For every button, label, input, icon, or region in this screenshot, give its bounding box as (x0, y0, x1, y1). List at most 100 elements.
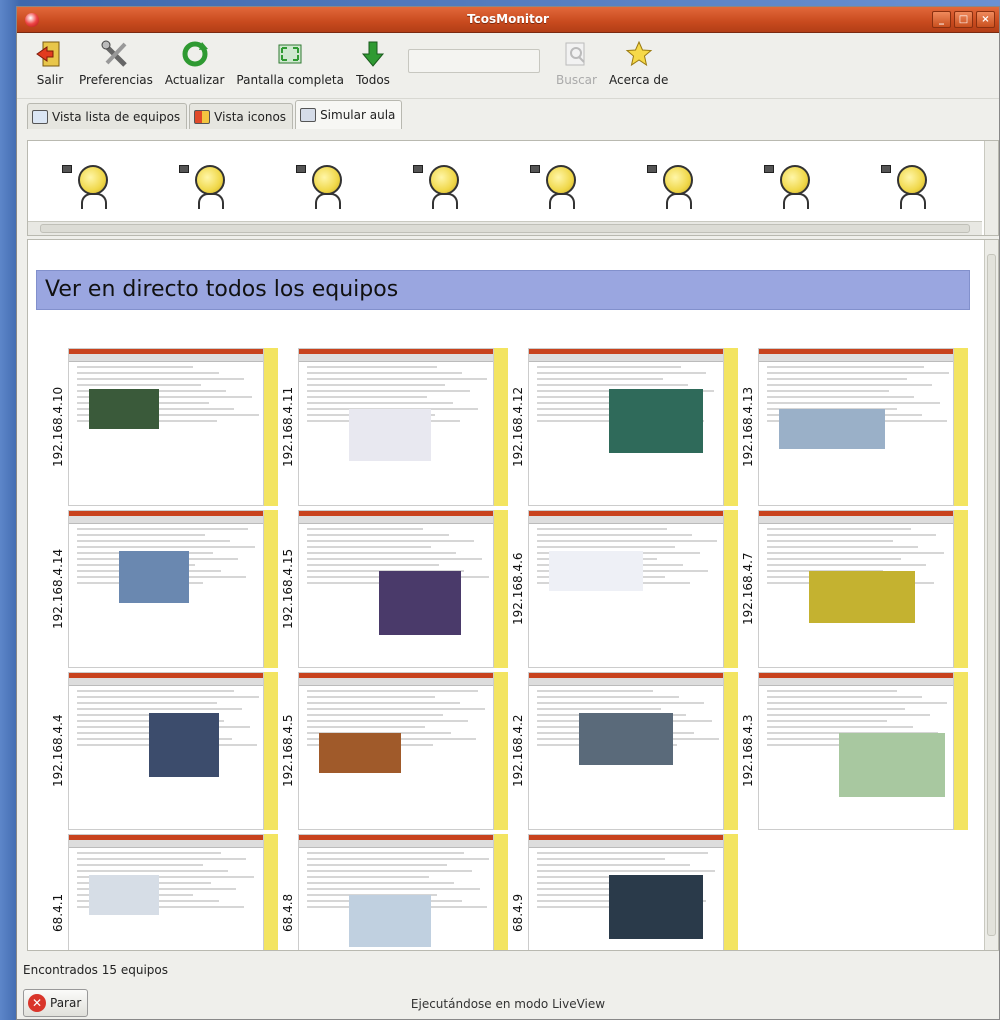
host-highlight-bar (494, 348, 508, 506)
host-thumbnail[interactable]: 192.168.4.13 (738, 348, 968, 506)
host-thumbnail[interactable]: 68.4.8 (278, 834, 508, 950)
classroom-icon (300, 108, 317, 122)
classroom-pc[interactable] (296, 161, 413, 213)
screen-image (89, 389, 159, 429)
app-window: TcosMonitor _ □ × Salir Preferencias Act… (16, 6, 1000, 1020)
host-ip-label: 192.168.4.13 (741, 386, 755, 468)
minimize-button[interactable]: _ (932, 11, 951, 28)
search-input[interactable] (407, 49, 540, 73)
host-thumbnail[interactable]: 192.168.4.12 (508, 348, 738, 506)
host-ip-label: 192.168.4.6 (511, 552, 525, 626)
liveview-grid: 192.168.4.10 192.168.4.11 192.168.4.12 192.… (48, 348, 968, 950)
monitor-icon (296, 165, 306, 173)
screen-capture (528, 672, 724, 830)
screen-capture (758, 510, 954, 668)
screen-capture (528, 834, 724, 950)
classroom-pc[interactable] (179, 161, 296, 213)
host-highlight-bar (954, 672, 968, 830)
classroom-pc[interactable] (413, 161, 530, 213)
host-thumbnail[interactable]: 192.168.4.11 (278, 348, 508, 506)
liveview-panel: Ver en directo todos los equipos 192.168… (27, 239, 999, 951)
list-icon (32, 109, 48, 124)
classroom-vscrollbar[interactable] (984, 141, 998, 235)
tab-simulate-classroom-label: Simular aula (320, 108, 396, 122)
tab-simulate-classroom[interactable]: Simular aula (295, 100, 403, 129)
user-icon (429, 165, 459, 195)
host-thumbnail[interactable]: 68.4.1 (48, 834, 278, 950)
screen-capture (298, 510, 494, 668)
user-icon (78, 165, 108, 195)
host-thumbnail[interactable]: 68.4.9 (508, 834, 738, 950)
host-thumbnail[interactable]: 192.168.4.5 (278, 672, 508, 830)
host-thumbnail[interactable]: 192.168.4.4 (48, 672, 278, 830)
user-icon (663, 165, 693, 195)
screen-capture (528, 510, 724, 668)
maximize-button[interactable]: □ (954, 11, 973, 28)
host-thumbnail[interactable]: 192.168.4.2 (508, 672, 738, 830)
host-highlight-bar (724, 348, 738, 506)
classroom-pc[interactable] (881, 161, 998, 213)
user-icon (897, 165, 927, 195)
host-highlight-bar (494, 834, 508, 950)
screen-image (549, 551, 643, 591)
screen-image (809, 571, 915, 623)
bottom-bar: ✕ Parar Ejecutándose en modo LiveView (17, 985, 999, 1019)
screen-image (119, 551, 189, 603)
monitor-icon (881, 165, 891, 173)
refresh-label: Actualizar (164, 73, 225, 87)
mode-status: Ejecutándose en modo LiveView (410, 997, 606, 1011)
host-highlight-bar (494, 510, 508, 668)
liveview-vscrollbar[interactable] (984, 240, 998, 950)
host-thumbnail[interactable]: 192.168.4.10 (48, 348, 278, 506)
tab-icon-view[interactable]: Vista iconos (189, 103, 294, 129)
classroom-hscrollbar[interactable] (28, 221, 982, 235)
host-highlight-bar (494, 672, 508, 830)
fullscreen-label: Pantalla completa (236, 73, 344, 87)
close-button[interactable]: × (976, 11, 995, 28)
search-button[interactable]: Buscar (554, 37, 599, 87)
search-label: Buscar (555, 73, 597, 87)
host-thumbnail[interactable]: 192.168.4.6 (508, 510, 738, 668)
screen-capture (68, 834, 264, 950)
star-icon (622, 37, 656, 71)
preferences-button[interactable]: Preferencias (77, 37, 155, 87)
classroom-pc[interactable] (530, 161, 647, 213)
screen-image (89, 875, 159, 915)
fullscreen-button[interactable]: Pantalla completa (234, 37, 346, 87)
host-thumbnail[interactable]: 192.168.4.7 (738, 510, 968, 668)
all-button[interactable]: Todos (354, 37, 392, 87)
host-thumbnail[interactable]: 192.168.4.14 (48, 510, 278, 668)
refresh-button[interactable]: Actualizar (163, 37, 227, 87)
toolbar: Salir Preferencias Actualizar Pantalla c… (17, 33, 999, 99)
window-title: TcosMonitor (467, 12, 549, 26)
screen-image (149, 713, 219, 777)
host-highlight-bar (724, 672, 738, 830)
host-highlight-bar (264, 834, 278, 950)
monitor-icon (530, 165, 540, 173)
exit-button[interactable]: Salir (31, 37, 69, 87)
tab-list-view[interactable]: Vista lista de equipos (27, 103, 188, 129)
monitor-icon (62, 165, 72, 173)
host-ip-label: 68.4.1 (51, 893, 65, 933)
host-ip-label: 192.168.4.10 (51, 386, 65, 468)
about-label: Acerca de (608, 73, 669, 87)
host-ip-label: 192.168.4.15 (281, 548, 295, 630)
host-thumbnail[interactable]: 192.168.4.15 (278, 510, 508, 668)
screen-capture (298, 672, 494, 830)
classroom-pc[interactable] (62, 161, 179, 213)
screen-image (379, 571, 461, 635)
host-thumbnail[interactable]: 192.168.4.3 (738, 672, 968, 830)
classroom-pc[interactable] (647, 161, 764, 213)
title-bar: TcosMonitor _ □ × (17, 7, 999, 33)
screen-image (609, 875, 703, 939)
tools-icon (99, 37, 133, 71)
classroom-pc[interactable] (764, 161, 881, 213)
tab-icon-view-label: Vista iconos (214, 109, 287, 124)
host-highlight-bar (724, 510, 738, 668)
screen-image (839, 733, 945, 797)
host-ip-label: 192.168.4.3 (741, 714, 755, 788)
view-tabs: Vista lista de equipos Vista iconos Simu… (17, 99, 999, 129)
host-ip-label: 192.168.4.14 (51, 548, 65, 630)
about-button[interactable]: Acerca de (607, 37, 670, 87)
host-ip-label: 68.4.9 (511, 893, 525, 933)
